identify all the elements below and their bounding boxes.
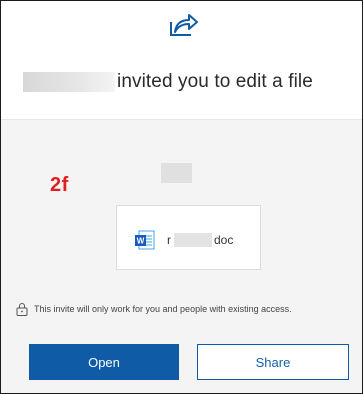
dialog-header: invited you to edit a file — [1, 1, 362, 120]
redacted-avatar — [161, 163, 192, 183]
open-button[interactable]: Open — [29, 344, 179, 380]
file-name-prefix: r — [167, 233, 171, 247]
access-notice: This invite will only work for you and p… — [16, 301, 356, 317]
title-text: invited you to edit a file — [117, 71, 313, 92]
lock-icon — [16, 303, 28, 316]
redacted-file-name — [174, 233, 212, 247]
word-doc-icon: W — [135, 230, 155, 250]
file-card[interactable]: W r doc — [116, 205, 261, 270]
annotation-label: 2f — [50, 174, 69, 196]
share-button[interactable]: Share — [197, 344, 349, 380]
svg-text:W: W — [137, 237, 145, 246]
file-name-suffix: doc — [214, 233, 234, 247]
dialog-title: invited you to edit a file — [23, 69, 343, 95]
share-icon — [170, 14, 198, 36]
file-name: r doc — [167, 232, 233, 248]
redacted-inviter-name — [23, 72, 115, 92]
notice-text: This invite will only work for you and p… — [34, 304, 292, 314]
invite-dialog: invited you to edit a file 2f W r doc Th… — [0, 0, 363, 394]
